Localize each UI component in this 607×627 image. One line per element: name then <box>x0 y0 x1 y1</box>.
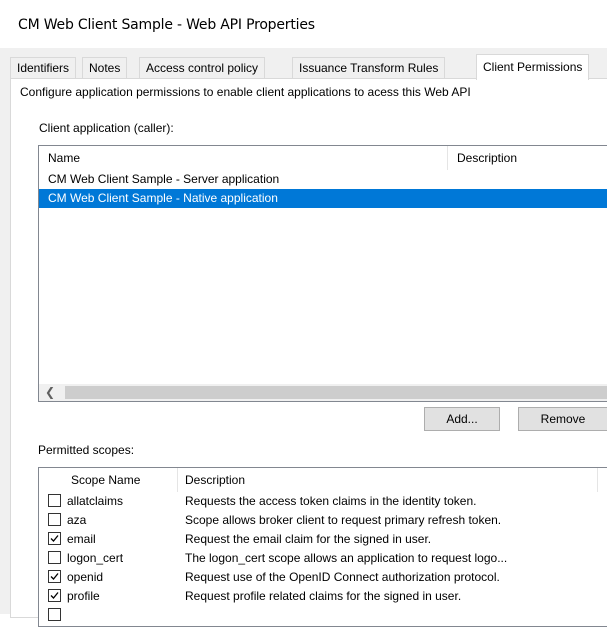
scope-row-openid[interactable]: openid Request use of the OpenID Connect… <box>39 568 607 586</box>
scope-name: allatclaims <box>67 494 124 508</box>
scope-checkbox-allatclaims[interactable] <box>48 494 61 507</box>
scope-description: Request the email claim for the signed i… <box>185 532 432 546</box>
scope-description: The logon_cert scope allows an applicati… <box>185 551 508 565</box>
scope-checkbox-partial[interactable] <box>48 608 61 621</box>
column-header-name[interactable]: Name <box>39 146 448 170</box>
list-item[interactable]: CM Web Client Sample - Server applicatio… <box>39 170 607 189</box>
client-permissions-panel: Configure application permissions to ena… <box>10 78 607 627</box>
scope-row-allatclaims[interactable]: allatclaims Requests the access token cl… <box>39 492 607 510</box>
column-header-scope-name[interactable]: Scope Name <box>39 468 178 492</box>
scope-name: email <box>67 532 96 546</box>
scope-row-logon-cert[interactable]: logon_cert The logon_cert scope allows a… <box>39 549 607 567</box>
scope-description: Scope allows broker client to request pr… <box>185 513 502 527</box>
checkmark-icon <box>50 573 59 580</box>
scope-row-partial[interactable] <box>39 606 607 624</box>
column-header-description[interactable]: Description <box>448 146 607 170</box>
add-button[interactable]: Add... <box>424 407 500 431</box>
list-header: Name Description <box>39 146 607 170</box>
scrollbar-thumb[interactable] <box>65 386 607 399</box>
scope-description: Requests the access token claims in the … <box>185 494 477 508</box>
permitted-scopes-label: Permitted scopes: <box>38 443 135 457</box>
list-item-selected[interactable]: CM Web Client Sample - Native applicatio… <box>39 189 607 208</box>
scope-name: aza <box>67 513 87 527</box>
scope-checkbox-openid[interactable] <box>48 570 61 583</box>
scopes-header: Scope Name Description <box>39 468 607 492</box>
tab-issuance-transform-rules[interactable]: Issuance Transform Rules <box>292 57 446 79</box>
scope-name: profile <box>67 589 100 603</box>
scope-name: openid <box>67 570 104 584</box>
scope-description: Request profile related claims for the s… <box>185 589 462 603</box>
horizontal-scrollbar[interactable]: ❮ <box>39 384 607 401</box>
scope-row-aza[interactable]: aza Scope allows broker client to reques… <box>39 511 607 529</box>
client-application-list[interactable]: Name Description CM Web Client Sample - … <box>38 145 607 402</box>
properties-dialog: Identifiers Notes Access control policy … <box>0 48 607 627</box>
column-header-scope-description[interactable]: Description <box>178 468 598 492</box>
title-bar: CM Web Client Sample - Web API Propertie… <box>0 0 607 48</box>
scope-checkbox-logon-cert[interactable] <box>48 551 61 564</box>
window-title: CM Web Client Sample - Web API Propertie… <box>18 17 315 33</box>
scope-row-email[interactable]: email Request the email claim for the si… <box>39 530 607 548</box>
scope-description: Request use of the OpenID Connect author… <box>185 570 500 584</box>
tab-strip: Identifiers Notes Access control policy … <box>10 54 607 80</box>
tab-notes[interactable]: Notes <box>82 57 128 79</box>
scope-row-profile[interactable]: profile Request profile related claims f… <box>39 587 607 605</box>
scroll-left-icon[interactable]: ❮ <box>45 385 55 399</box>
tab-identifiers[interactable]: Identifiers <box>10 57 77 79</box>
panel-description: Configure application permissions to ena… <box>20 85 471 99</box>
scope-checkbox-profile[interactable] <box>48 589 61 602</box>
scope-name: logon_cert <box>67 551 124 565</box>
scope-checkbox-email[interactable] <box>48 532 61 545</box>
checkmark-icon <box>50 535 59 542</box>
tab-access-control-policy[interactable]: Access control policy <box>139 57 266 79</box>
scope-checkbox-aza[interactable] <box>48 513 61 526</box>
tab-client-permissions[interactable]: Client Permissions <box>476 54 590 80</box>
client-application-label: Client application (caller): <box>39 121 174 135</box>
remove-button[interactable]: Remove <box>518 407 607 431</box>
permitted-scopes-list[interactable]: Scope Name Description allatclaims Reque… <box>38 467 607 627</box>
checkmark-icon <box>50 592 59 599</box>
